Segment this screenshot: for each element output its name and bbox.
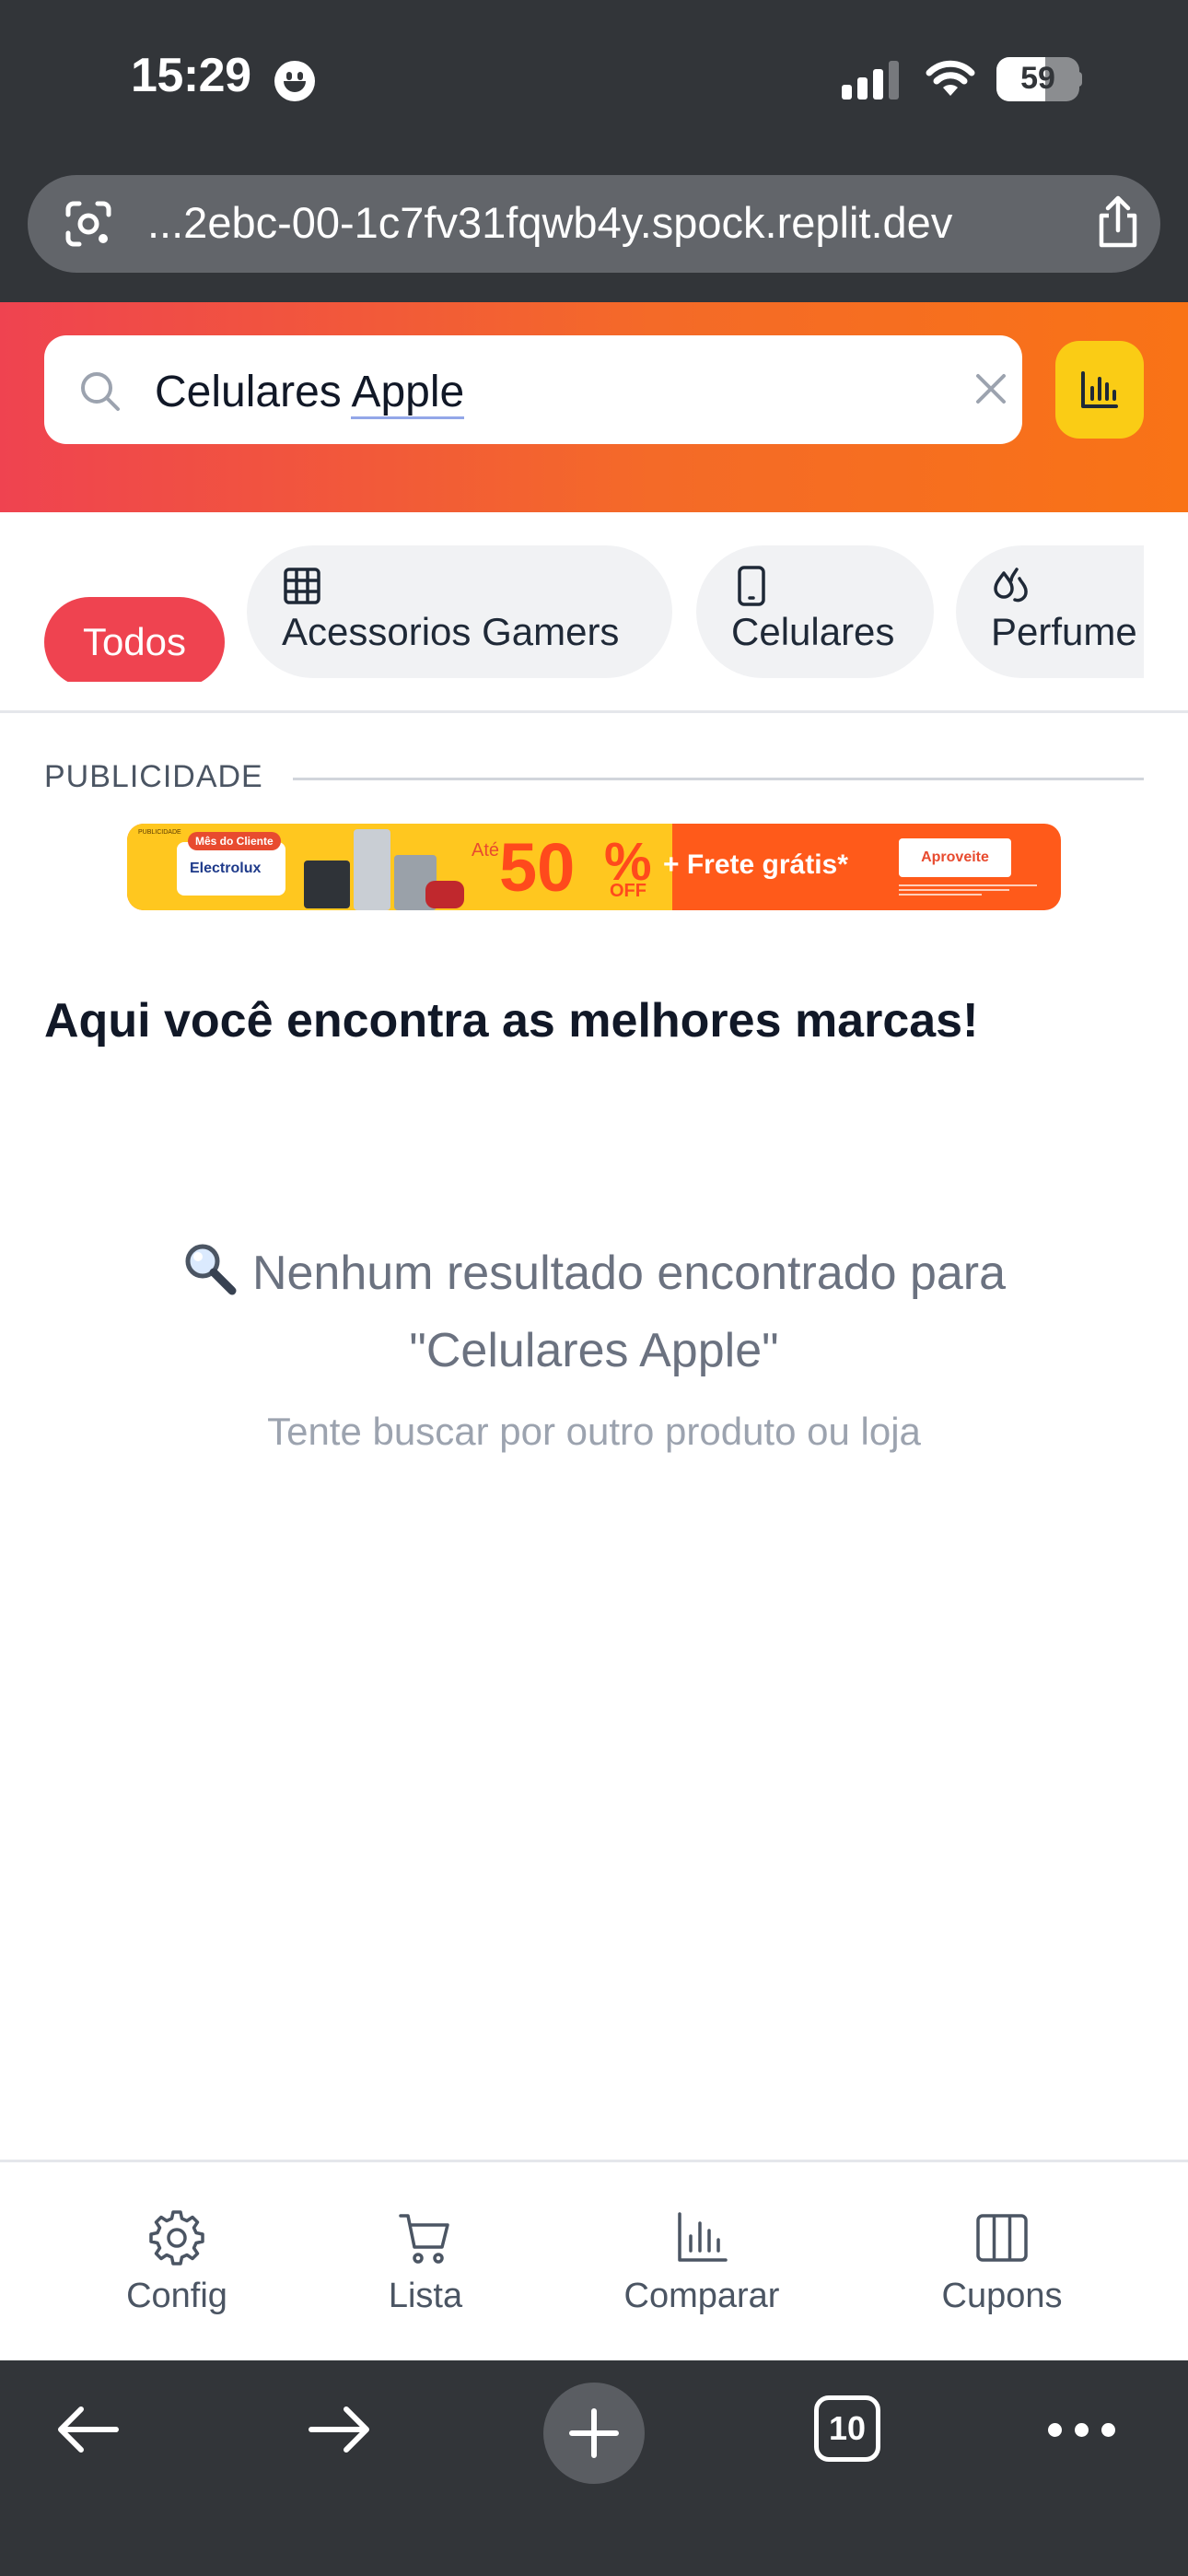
ad-cta-button[interactable]: Aproveite: [899, 838, 1011, 877]
grid-icon: [284, 568, 320, 604]
cellular-signal-icon: [842, 61, 899, 100]
ad-discount-number: 50: [499, 829, 576, 906]
nav-comparar[interactable]: Comparar: [582, 2162, 821, 2363]
ad-brand-logo: Electrolux: [190, 861, 262, 876]
divider: [293, 778, 1144, 780]
chip-label: Todos: [82, 620, 187, 663]
ad-brand-card: Mês do Cliente Electrolux: [177, 832, 285, 896]
nav-label: Config: [126, 2277, 227, 2315]
compare-stats-button[interactable]: [1055, 341, 1144, 439]
new-tab-button[interactable]: [543, 2383, 645, 2484]
ad-banner-left: PUBLICIDADE Mês do Cliente Electrolux At…: [127, 824, 672, 910]
tabs-count-button[interactable]: 10: [814, 2395, 880, 2462]
more-options-icon[interactable]: [1048, 2423, 1128, 2441]
chip-label: Perfume: [991, 610, 1137, 653]
ad-small-tag: PUBLICIDADE: [138, 829, 181, 836]
magnifier-emoji-icon: [185, 1244, 237, 1295]
advertising-label: PUBLICIDADE: [44, 759, 263, 794]
search-value-word: Celulares: [155, 368, 352, 416]
bar-chart-icon: [1081, 371, 1118, 408]
url-bar[interactable]: ...2ebc-00-1c7fv31fqwb4y.spock.replit.de…: [28, 175, 1160, 273]
url-text[interactable]: ...2ebc-00-1c7fv31fqwb4y.spock.replit.de…: [147, 197, 952, 248]
nav-lista[interactable]: Lista: [306, 2162, 545, 2363]
nav-config[interactable]: Config: [57, 2162, 297, 2363]
share-icon[interactable]: [1092, 195, 1144, 251]
browser-toolbar: 10: [0, 2360, 1188, 2576]
battery-cap: [1076, 72, 1082, 87]
battery-indicator: 59: [996, 57, 1079, 101]
browser-top-chrome: 15:29 59 ...2ebc-00-1c7fv31fqwb4y.spock.…: [0, 0, 1188, 302]
nav-cupons[interactable]: Cupons: [882, 2162, 1122, 2363]
category-chips-bar: Todos Acessorios Gamers Celulares Perfum…: [0, 512, 1188, 713]
empty-state-hint: Tente buscar por outro produto ou loja: [267, 1410, 921, 1453]
search-icon: [81, 372, 120, 411]
cookware-image: [425, 881, 464, 908]
bar-chart-icon: [678, 2212, 728, 2262]
smiley-icon: [274, 61, 315, 101]
stove-image: [304, 861, 350, 908]
category-chips-scroller[interactable]: Todos Acessorios Gamers Celulares Perfum…: [44, 545, 1144, 682]
nav-label: Comparar: [623, 2277, 780, 2315]
chip-perfume[interactable]: Perfume: [956, 545, 1144, 678]
empty-state: Nenhum resultado encontrado para "Celula…: [0, 1235, 1188, 1454]
columns-icon: [976, 2214, 1028, 2262]
forward-arrow-icon[interactable]: [308, 2406, 372, 2453]
smartphone-icon: [738, 566, 765, 606]
ad-banner[interactable]: PUBLICIDADE Mês do Cliente Electrolux At…: [127, 824, 1061, 910]
fridge-image: [354, 829, 390, 910]
nav-label: Cupons: [941, 2277, 1063, 2315]
empty-state-text: Nenhum resultado encontrado para: [251, 1247, 1007, 1300]
back-arrow-icon[interactable]: [55, 2406, 120, 2453]
bottom-navigation: Config Lista Comparar Cupons: [0, 2160, 1188, 2360]
chip-celulares[interactable]: Celulares: [696, 545, 934, 678]
chip-label: Acessorios Gamers: [282, 610, 620, 653]
battery-percent: 59: [1020, 61, 1055, 96]
wifi-icon: [926, 60, 975, 96]
cart-icon: [399, 2214, 449, 2264]
nav-label: Lista: [388, 2277, 463, 2315]
ad-fine-print: [899, 884, 1037, 901]
google-lens-icon[interactable]: [61, 196, 116, 252]
gear-icon: [149, 2210, 204, 2266]
chip-acessorios-gamers[interactable]: Acessorios Gamers: [247, 545, 672, 678]
ad-brand-tag: Mês do Cliente: [188, 832, 281, 850]
search-input[interactable]: Celulares Apple: [44, 335, 1022, 444]
section-title: Aqui você encontra as melhores marcas!: [44, 994, 979, 1048]
ad-ate-text: Até: [472, 840, 500, 861]
search-value-word-underlined: Apple: [351, 368, 465, 419]
empty-state-query: "Celulares Apple": [409, 1324, 779, 1377]
ad-off-text: OFF: [610, 881, 646, 901]
clear-search-icon[interactable]: [971, 369, 1011, 409]
chip-label: Celulares: [731, 610, 895, 653]
search-value[interactable]: Celulares Apple: [155, 367, 465, 419]
ad-free-shipping: + Frete grátis*: [663, 849, 848, 880]
droplets-icon: [994, 568, 1028, 603]
status-time: 15:29: [131, 49, 251, 102]
app-header: Celulares Apple: [0, 302, 1188, 512]
plus-icon: [569, 2408, 619, 2458]
chip-todos[interactable]: Todos: [44, 597, 225, 682]
empty-state-message: Nenhum resultado encontrado para: [0, 1235, 1188, 1312]
